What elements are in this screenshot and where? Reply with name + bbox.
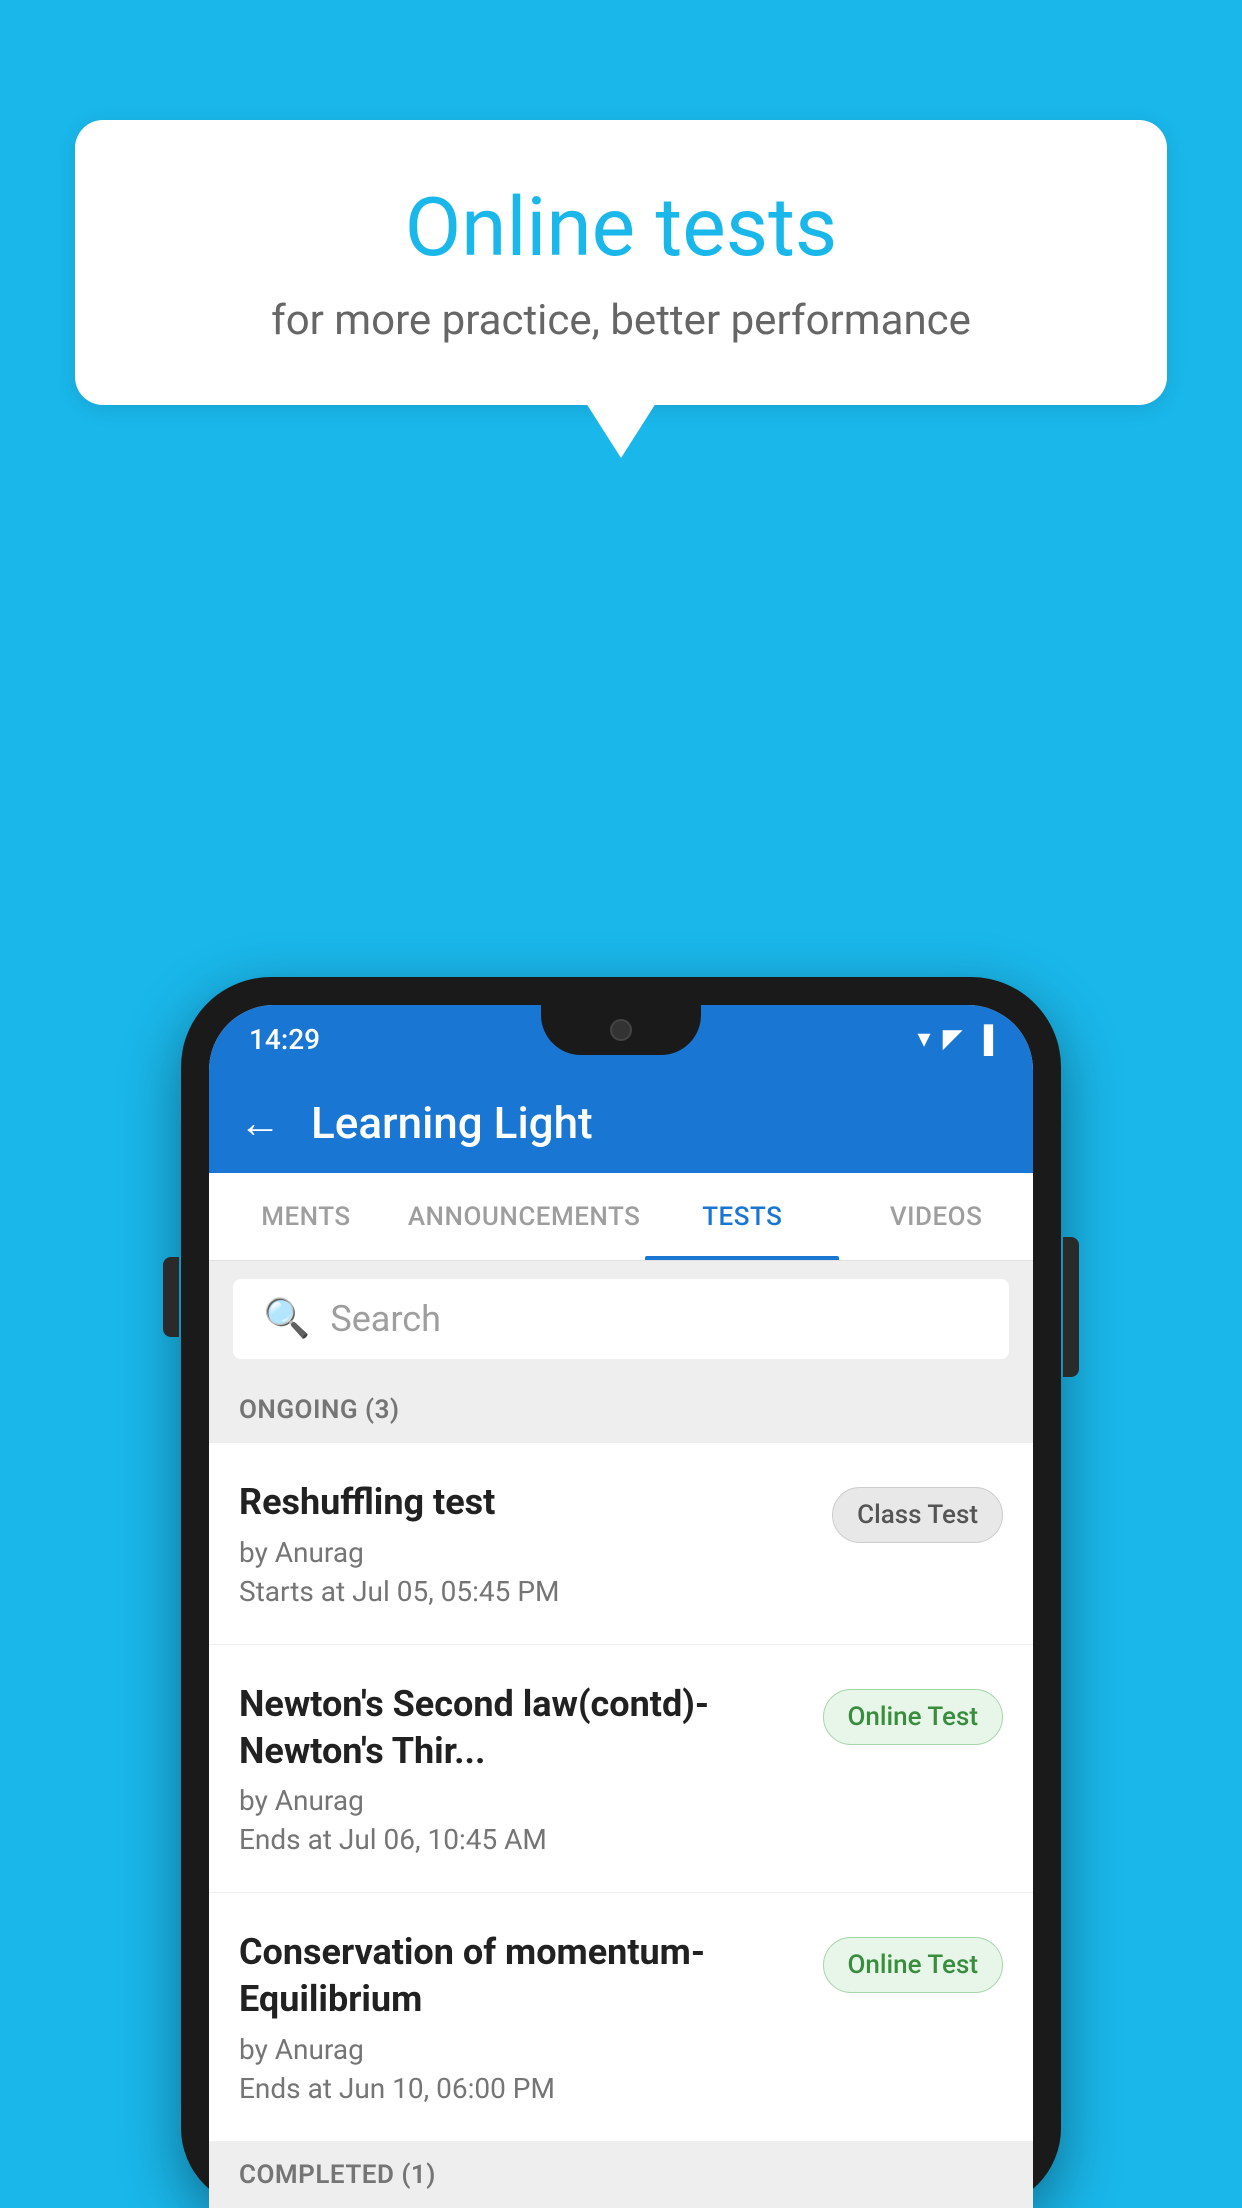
test-date-1: Starts at Jul 05, 05:45 PM [239, 1575, 812, 1608]
list-item[interactable]: Conservation of momentum-Equilibrium by … [209, 1893, 1033, 2142]
test-info-1: Reshuffling test by Anurag Starts at Jul… [239, 1479, 832, 1608]
battery-icon: ▐ [975, 1024, 993, 1055]
bubble-subtitle: for more practice, better performance [145, 296, 1097, 345]
phone-frame: 14:29 ▾ ◤ ▐ ← Learning Light MENTS [181, 977, 1061, 2208]
badge-class-test-1: Class Test [832, 1487, 1003, 1543]
promo-bubble: Online tests for more practice, better p… [75, 120, 1167, 458]
status-time: 14:29 [249, 1023, 320, 1056]
test-info-2: Newton's Second law(contd)-Newton's Thir… [239, 1681, 823, 1857]
signal-icon: ◤ [943, 1024, 963, 1054]
test-name-3: Conservation of momentum-Equilibrium [239, 1929, 803, 2023]
tab-videos[interactable]: VIDEOS [839, 1173, 1033, 1260]
tab-ments[interactable]: MENTS [209, 1173, 403, 1260]
status-icons: ▾ ◤ ▐ [918, 1024, 993, 1055]
tab-announcements[interactable]: ANNOUNCEMENTS [403, 1173, 646, 1260]
search-icon: 🔍 [263, 1297, 310, 1341]
test-date-2: Ends at Jul 06, 10:45 AM [239, 1823, 803, 1856]
test-info-3: Conservation of momentum-Equilibrium by … [239, 1929, 823, 2105]
search-bar-container: 🔍 Search [209, 1261, 1033, 1377]
search-bar[interactable]: 🔍 Search [233, 1279, 1009, 1359]
notch [541, 1005, 701, 1055]
phone-wrapper: 14:29 ▾ ◤ ▐ ← Learning Light MENTS [181, 977, 1061, 2208]
test-list: Reshuffling test by Anurag Starts at Jul… [209, 1443, 1033, 2142]
camera-dot [610, 1019, 632, 1041]
test-name-1: Reshuffling test [239, 1479, 812, 1526]
search-placeholder: Search [330, 1298, 441, 1340]
tab-tests[interactable]: TESTS [645, 1173, 839, 1260]
bubble-tail [586, 403, 656, 458]
back-button[interactable]: ← [239, 1099, 281, 1148]
test-by-3: by Anurag [239, 2033, 803, 2066]
ongoing-section-header: ONGOING (3) [209, 1377, 1033, 1443]
app-bar: ← Learning Light [209, 1073, 1033, 1173]
badge-online-test-2: Online Test [823, 1689, 1004, 1745]
list-item[interactable]: Reshuffling test by Anurag Starts at Jul… [209, 1443, 1033, 1645]
badge-online-test-3: Online Test [823, 1937, 1004, 1993]
test-by-1: by Anurag [239, 1536, 812, 1569]
completed-section-header: COMPLETED (1) [209, 2142, 1033, 2208]
list-item[interactable]: Newton's Second law(contd)-Newton's Thir… [209, 1645, 1033, 1894]
test-date-3: Ends at Jun 10, 06:00 PM [239, 2072, 803, 2105]
test-by-2: by Anurag [239, 1784, 803, 1817]
speech-bubble-card: Online tests for more practice, better p… [75, 120, 1167, 405]
test-name-2: Newton's Second law(contd)-Newton's Thir… [239, 1681, 803, 1775]
phone-screen: 14:29 ▾ ◤ ▐ ← Learning Light MENTS [209, 1005, 1033, 2208]
app-title: Learning Light [311, 1097, 593, 1149]
wifi-icon: ▾ [918, 1024, 931, 1054]
bubble-title: Online tests [145, 180, 1097, 276]
status-bar: 14:29 ▾ ◤ ▐ [209, 1005, 1033, 1073]
tabs-bar: MENTS ANNOUNCEMENTS TESTS VIDEOS [209, 1173, 1033, 1261]
